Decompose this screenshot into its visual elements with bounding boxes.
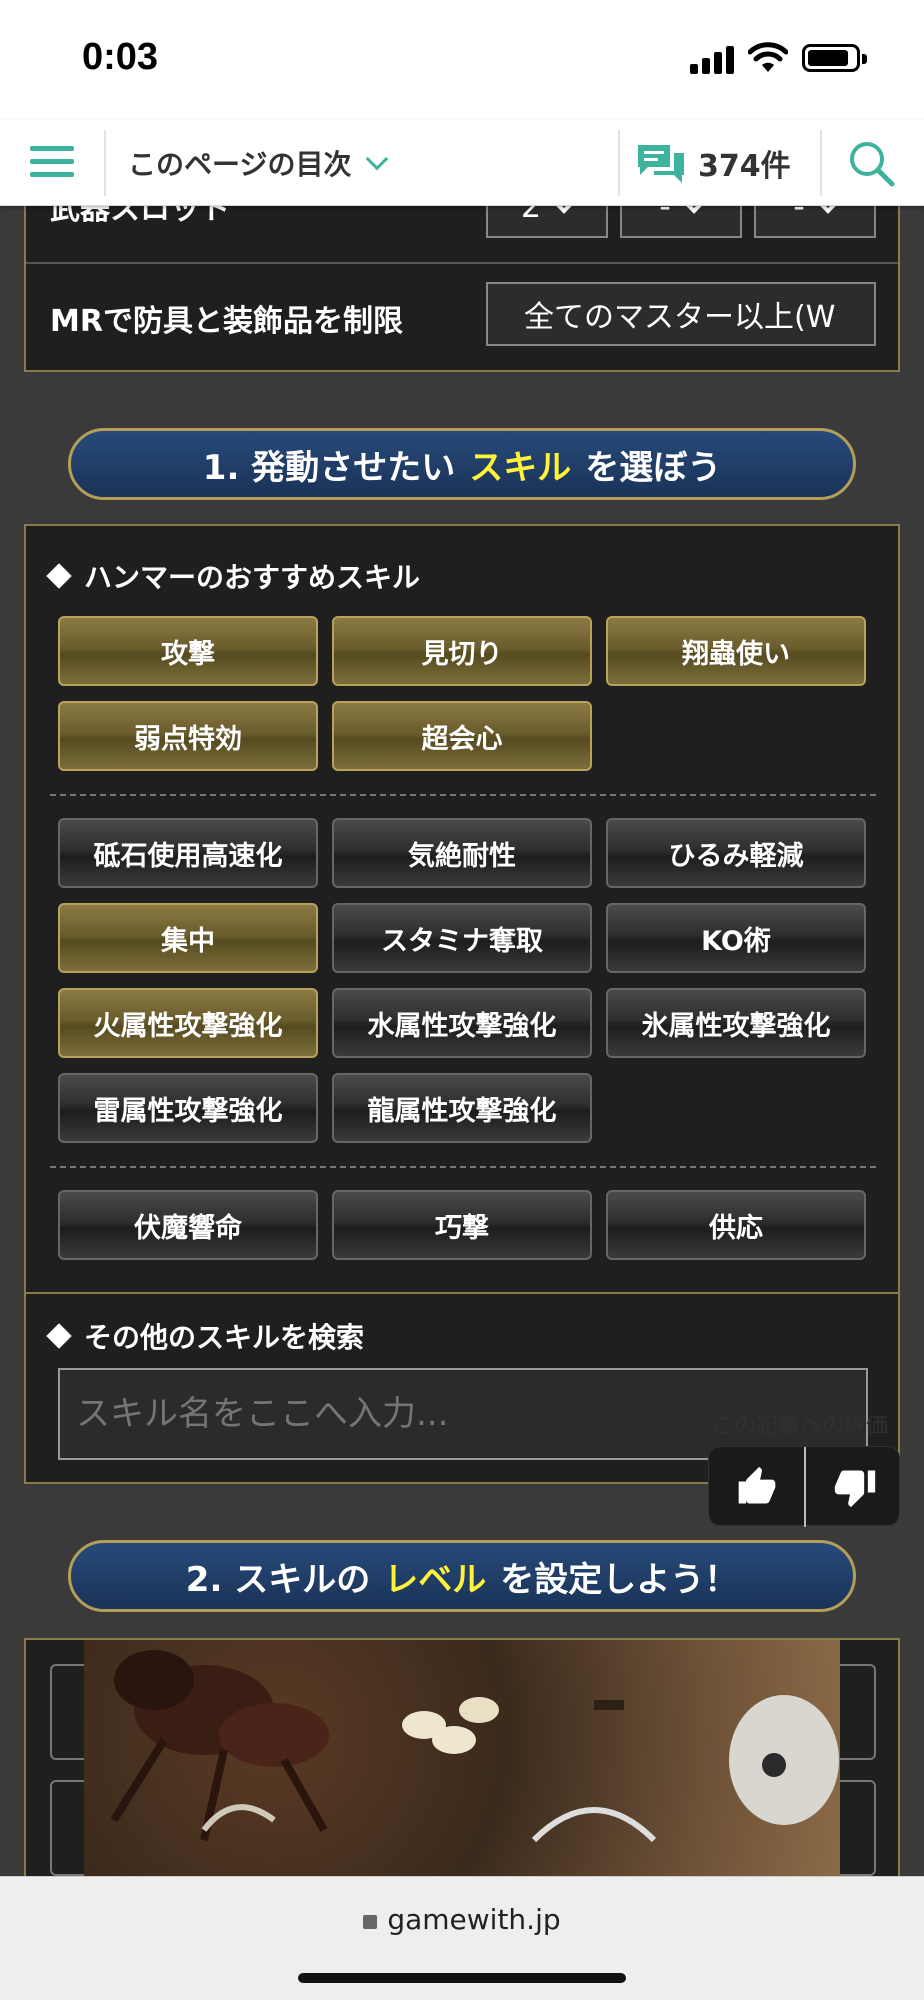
skill-button-attack[interactable]: 攻撃 <box>58 616 318 686</box>
skill-button-kyouou[interactable]: 供応 <box>606 1190 866 1260</box>
skill-button-stamina-thief[interactable]: スタミナ奪取 <box>332 903 592 973</box>
skill-button-speed-sharpening[interactable]: 砥石使用高速化 <box>58 818 318 888</box>
skill-button-bloodlust[interactable]: 伏魔響命 <box>58 1190 318 1260</box>
site-header: このページの目次 374件 <box>0 120 924 206</box>
search-icon[interactable] <box>846 138 896 188</box>
comments-button[interactable]: 374件 <box>636 120 816 206</box>
thumbs-up-icon[interactable] <box>735 1465 779 1509</box>
skill-button-wirebug[interactable]: 翔蟲使い <box>606 616 866 686</box>
url-text: gamewith.jp <box>387 1903 561 1936</box>
page-content: 武器スロット 2 - - MRで防具と装飾品を制限 全てのマスター以上(W 1.… <box>0 0 924 2000</box>
diamond-icon <box>46 1323 72 1349</box>
toc-label: このページの目次 <box>128 148 352 181</box>
panel-divider <box>26 1292 898 1294</box>
skill-button-weakness-exploit[interactable]: 弱点特効 <box>58 701 318 771</box>
skill-button-fire-attack[interactable]: 火属性攻撃強化 <box>58 988 318 1058</box>
section-1-suffix: を選ぼう <box>585 447 722 488</box>
rating-widget <box>708 1446 900 1527</box>
status-time: 0:03 <box>82 36 159 78</box>
row-divider <box>26 262 898 264</box>
group-divider <box>50 1166 876 1168</box>
other-skills-title: その他のスキルを検索 <box>46 1316 365 1356</box>
skills-panel: ハンマーのおすすめスキル 攻撃 見切り 翔蟲使い 弱点特効 超会心 砥石使用高速… <box>24 524 900 1484</box>
skill-button-dragon-attack[interactable]: 龍属性攻撃強化 <box>332 1073 592 1143</box>
skill-button-focus[interactable]: 集中 <box>58 903 318 973</box>
chevron-down-icon <box>366 147 389 171</box>
diamond-icon <box>46 563 72 589</box>
url-bar[interactable]: gamewith.jp <box>0 1903 924 1936</box>
skill-button-dereliction[interactable]: 巧撃 <box>332 1190 592 1260</box>
table-of-contents-button[interactable]: このページの目次 <box>106 120 606 206</box>
home-indicator[interactable] <box>298 1973 626 1983</box>
recommended-skills-title: ハンマーのおすすめスキル <box>46 556 421 596</box>
header-divider <box>820 130 822 196</box>
section-2-prefix: 2. スキルの <box>185 1559 371 1600</box>
mr-limit-value: 全てのマスター以上(W <box>524 300 836 335</box>
skill-button-ice-attack[interactable]: 氷属性攻撃強化 <box>606 988 866 1058</box>
lock-icon <box>363 1915 378 1929</box>
section-2-highlight: レベル <box>384 1559 487 1600</box>
hamburger-menu-icon[interactable] <box>28 140 76 184</box>
rating-label: この記事への評価 <box>712 1414 889 1439</box>
thumbs-down-icon[interactable] <box>833 1465 877 1509</box>
browser-bottom-bar: gamewith.jp <box>0 1876 924 2000</box>
mr-limit-label: MRで防具と装飾品を制限 <box>50 304 403 339</box>
comments-icon <box>638 145 684 183</box>
section-1-highlight: スキル <box>469 447 572 488</box>
comment-count: 374件 <box>698 149 791 184</box>
cellular-signal-icon <box>690 44 734 74</box>
battery-icon <box>802 44 867 72</box>
section-1-prefix: 1. 発動させたい <box>202 447 456 488</box>
skill-button-flinch-free[interactable]: ひるみ軽減 <box>606 818 866 888</box>
status-icons <box>690 40 880 76</box>
section-1-banner: 1. 発動させたい スキル を選ぼう <box>68 428 856 500</box>
skill-button-mikiri[interactable]: 見切り <box>332 616 592 686</box>
rating-separator <box>804 1447 806 1527</box>
section-2-banner: 2. スキルの レベル を設定しよう！ <box>68 1540 856 1612</box>
header-divider <box>618 130 620 196</box>
skill-button-stun-resistance[interactable]: 気絶耐性 <box>332 818 592 888</box>
skill-button-water-attack[interactable]: 水属性攻撃強化 <box>332 988 592 1058</box>
wifi-icon <box>748 42 788 72</box>
group-divider <box>50 794 876 796</box>
ad-game-scene <box>110 1650 839 1843</box>
section-2-suffix: を設定しよう！ <box>500 1559 739 1600</box>
video-ad[interactable] <box>84 1640 840 1880</box>
status-bar: 0:03 <box>0 0 924 120</box>
recommended-skills-title-text: ハンマーのおすすめスキル <box>84 561 421 594</box>
mr-limit-select[interactable]: 全てのマスター以上(W <box>486 282 876 346</box>
other-skills-title-text: その他のスキルを検索 <box>84 1321 365 1354</box>
skill-button-slugger[interactable]: KO術 <box>606 903 866 973</box>
skill-button-critical-boost[interactable]: 超会心 <box>332 701 592 771</box>
skill-button-thunder-attack[interactable]: 雷属性攻撃強化 <box>58 1073 318 1143</box>
